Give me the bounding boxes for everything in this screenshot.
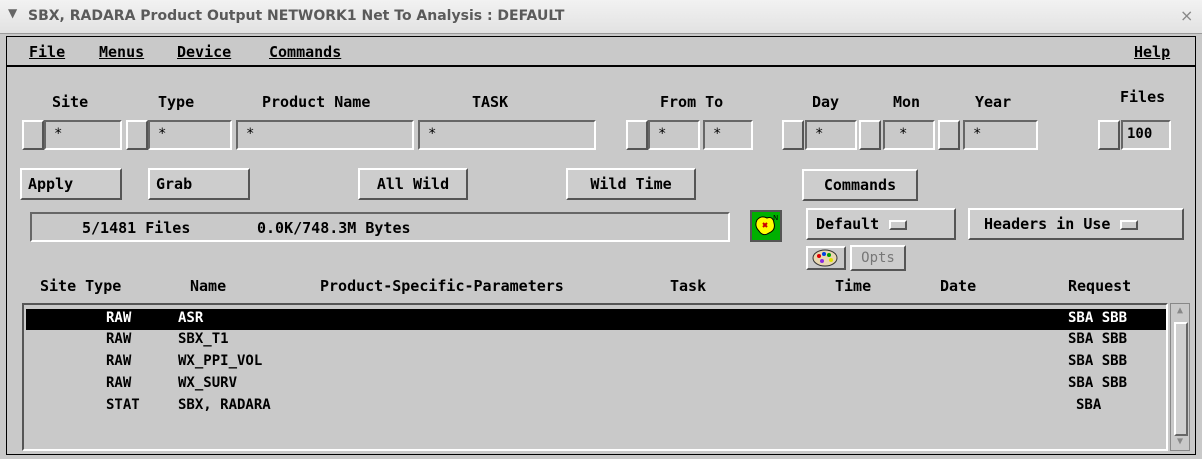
grab-button[interactable]: Grab xyxy=(148,168,250,200)
map-icon[interactable]: N xyxy=(750,210,782,242)
year-toggle[interactable] xyxy=(938,120,960,150)
list-item[interactable]: RAW WX_SURV SBA SBB xyxy=(26,374,1166,395)
row-request: SBA SBB xyxy=(1068,310,1128,326)
site-input[interactable]: * xyxy=(44,120,122,150)
mon-toggle[interactable] xyxy=(859,120,881,150)
row-request: SBA xyxy=(1076,397,1102,413)
row-type: RAW xyxy=(106,331,132,347)
commands-button[interactable]: Commands xyxy=(802,169,918,201)
day-toggle[interactable] xyxy=(782,120,804,150)
to-input[interactable]: * xyxy=(703,120,753,150)
type-toggle[interactable] xyxy=(126,120,148,150)
window-title: SBX, RADARA Product Output NETWORK1 Net … xyxy=(28,8,565,24)
menu-device-label: Device xyxy=(177,43,232,61)
scroll-up-icon[interactable]: ▲ xyxy=(1174,305,1186,317)
product-name-input[interactable]: * xyxy=(236,120,414,150)
menu-help[interactable]: Help xyxy=(1134,43,1170,61)
svg-text:N: N xyxy=(773,214,778,222)
row-name: WX_PPI_VOL xyxy=(178,353,263,369)
list-item[interactable]: STAT SBX, RADARA SBA xyxy=(26,396,1166,417)
status-files: 5/1481 Files xyxy=(82,219,191,237)
from-to-label: From To xyxy=(660,93,724,111)
day-input[interactable]: * xyxy=(805,120,857,150)
row-type: RAW xyxy=(106,375,132,391)
row-name: WX_SURV xyxy=(178,375,238,391)
scrollbar-thumb[interactable] xyxy=(1174,322,1188,436)
headers-option-label: Headers in Use xyxy=(984,215,1111,233)
row-request: SBA SBB xyxy=(1068,353,1128,369)
default-option-menu[interactable]: Default xyxy=(806,208,956,240)
col-name: Name xyxy=(190,277,227,295)
site-toggle[interactable] xyxy=(22,120,44,150)
menu-help-label: Help xyxy=(1134,43,1171,61)
task-label: TASK xyxy=(472,93,509,111)
files-input[interactable]: 100 xyxy=(1121,120,1171,150)
task-input[interactable]: * xyxy=(418,120,596,150)
window-titlebar: ▼ SBX, RADARA Product Output NETWORK1 Ne… xyxy=(0,0,1202,34)
from-input[interactable]: * xyxy=(648,120,700,150)
wild-time-button[interactable]: Wild Time xyxy=(566,168,696,200)
window-menu-chevron-icon[interactable]: ▼ xyxy=(8,6,22,20)
close-icon[interactable]: × xyxy=(1180,6,1193,25)
row-type: RAW xyxy=(106,310,132,326)
list-scrollbar[interactable]: ▲ ▼ xyxy=(1170,303,1190,451)
list-item[interactable]: RAW ASR SBA SBB xyxy=(26,309,1166,330)
headers-option-menu[interactable]: Headers in Use xyxy=(968,208,1184,240)
menu-device[interactable]: Device xyxy=(177,43,231,61)
list-item[interactable]: RAW WX_PPI_VOL SBA SBB xyxy=(26,352,1166,373)
type-label: Type xyxy=(158,93,195,111)
menu-menus[interactable]: Menus xyxy=(99,43,144,61)
row-type: RAW xyxy=(106,353,132,369)
col-params: Product-Specific-Parameters xyxy=(320,277,564,295)
opts-button: Opts xyxy=(850,245,906,271)
menubar: File Menus Device Commands Help xyxy=(7,37,1195,67)
menu-file-label: File xyxy=(29,43,66,61)
row-name: ASR xyxy=(178,310,204,326)
option-indicator-icon xyxy=(889,219,908,230)
palette-icon[interactable] xyxy=(806,246,846,270)
apply-button[interactable]: Apply xyxy=(20,168,122,200)
col-task: Task xyxy=(670,277,707,295)
menu-menus-label: Menus xyxy=(99,43,145,61)
menu-file[interactable]: File xyxy=(29,43,65,61)
list-item[interactable]: RAW SBX_T1 SBA SBB xyxy=(26,330,1166,351)
menu-commands[interactable]: Commands xyxy=(269,43,341,61)
year-label: Year xyxy=(975,93,1012,111)
mon-input[interactable]: * xyxy=(883,120,935,150)
site-label: Site xyxy=(52,93,89,111)
product-name-label: Product Name xyxy=(262,93,371,111)
product-list: RAW ASR SBA SBB RAW SBX_T1 SBA SBB RAW W… xyxy=(22,303,1168,451)
all-wild-button[interactable]: All Wild xyxy=(358,168,468,200)
row-name: SBX_T1 xyxy=(178,331,229,347)
option-indicator-icon xyxy=(1120,219,1139,230)
col-time: Time xyxy=(835,277,872,295)
files-toggle[interactable] xyxy=(1098,120,1120,150)
type-input[interactable]: * xyxy=(148,120,232,150)
default-option-label: Default xyxy=(816,215,880,233)
status-bar: 5/1481 Files 0.0K/748.3M Bytes xyxy=(30,212,730,242)
row-request: SBA SBB xyxy=(1068,331,1128,347)
status-bytes: 0.0K/748.3M Bytes xyxy=(257,219,411,237)
scroll-down-icon[interactable]: ▼ xyxy=(1174,436,1186,448)
row-type: STAT xyxy=(106,397,140,413)
col-request: Request xyxy=(1068,277,1132,295)
col-site-type: Site Type xyxy=(40,277,122,295)
menu-commands-label: Commands xyxy=(269,43,342,61)
row-request: SBA SBB xyxy=(1068,375,1128,391)
from-toggle[interactable] xyxy=(626,120,648,150)
mon-label: Mon xyxy=(893,93,921,111)
files-label: Files xyxy=(1120,88,1166,106)
col-date: Date xyxy=(940,277,977,295)
year-input[interactable]: * xyxy=(963,120,1038,150)
row-name: SBX, RADARA xyxy=(178,397,271,413)
day-label: Day xyxy=(812,93,840,111)
